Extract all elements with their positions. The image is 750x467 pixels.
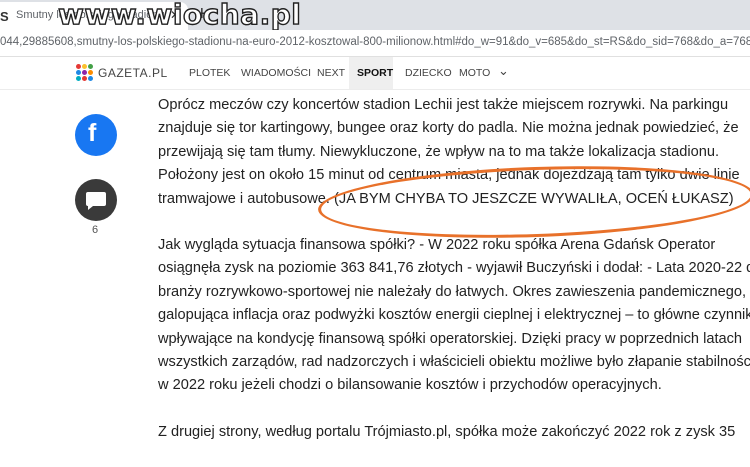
text-line: galopująca inflacja oraz podwyżki kosztó… xyxy=(158,307,750,324)
watermark: www.wiocha.pl xyxy=(57,0,302,32)
text-line: Oprócz meczów czy koncertów stadion Lech… xyxy=(158,97,729,113)
site-navigation: GAZETA.PL PLOTEK WIADOMOŚCI NEXT SPORT D… xyxy=(0,57,750,90)
text-line: przewijają się tam tłumy. Niewykluczone,… xyxy=(158,143,720,160)
comments-button[interactable] xyxy=(75,179,117,221)
gazeta-logo-icon[interactable] xyxy=(76,64,94,82)
article-body: Oprócz meczów czy koncertów stadion Lech… xyxy=(158,94,750,467)
nav-plotek[interactable]: PLOTEK xyxy=(189,67,230,79)
browser-tab-strip: S Smutny los polskiego stadionu n ✕ + ww… xyxy=(0,0,750,32)
text-fragment: tramwajowe i autobusowe. xyxy=(158,190,330,207)
article-paragraph: Z drugiej strony, według portalu Trójmia… xyxy=(158,421,750,444)
chevron-down-icon[interactable]: ⌄ xyxy=(498,63,509,79)
comment-count: 6 xyxy=(92,224,99,236)
facebook-icon: f xyxy=(88,119,97,147)
text-line: Z drugiej strony, według portalu Trójmia… xyxy=(158,423,736,440)
nav-next[interactable]: NEXT xyxy=(317,67,345,79)
facebook-share-button[interactable]: f xyxy=(75,114,117,156)
text-line: znajduje się tor kartingowy, bungee oraz… xyxy=(158,120,739,137)
address-bar[interactable]: 044,29885608,smutny-los-polskiego-stadio… xyxy=(0,30,750,57)
text-line: w 2022 roku jeżeli chodzi o bilansowanie… xyxy=(158,377,662,394)
logo-text[interactable]: GAZETA.PL xyxy=(98,66,168,80)
nav-sport[interactable]: SPORT xyxy=(357,67,393,79)
nav-moto[interactable]: MOTO xyxy=(459,67,490,79)
text-line: branży rozrywkowo-sportowej nie należały… xyxy=(158,283,747,300)
comment-icon xyxy=(86,192,106,210)
nav-wiadomosci[interactable]: WIADOMOŚCI xyxy=(241,67,311,79)
text-line: Jak wygląda sytuacja finansowa spółki? -… xyxy=(158,237,716,254)
article-paragraph: Jak wygląda sytuacja finansowa spółki? -… xyxy=(158,234,750,398)
text-line: wszystkich zarządów, rad nadzorczych i w… xyxy=(158,354,750,371)
nav-dziecko[interactable]: DZIECKO xyxy=(405,67,452,79)
text-line: wpływające na kondycję finansową spółki … xyxy=(158,330,743,347)
text-line: osiągnęła zysk na poziomie 363 841,76 zł… xyxy=(158,260,750,277)
url-text[interactable]: 044,29885608,smutny-los-polskiego-stadio… xyxy=(0,36,750,48)
tab-favicon: S xyxy=(0,9,9,24)
